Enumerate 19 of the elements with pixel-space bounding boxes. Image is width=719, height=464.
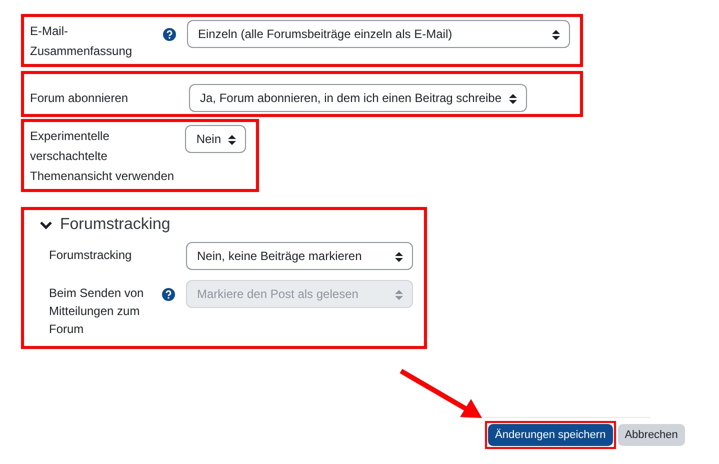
field-label: E-Mail-Zusammenfassung [30, 23, 134, 60]
select-field[interactable]: Ja, Forum abonnieren, in dem ich einen Beitrag schreibe [189, 84, 526, 112]
help-icon[interactable] [163, 28, 176, 41]
caret-icon [508, 94, 516, 104]
select-field[interactable]: Einzeln (alle Forumsbeiträge einzeln als E-Mail) [187, 20, 570, 48]
section-title[interactable]: Forumstracking [60, 216, 170, 234]
caret-icon [395, 252, 403, 262]
caret-icon [395, 290, 403, 300]
field-label: Forum abonnieren [30, 90, 130, 107]
chevron-icon[interactable] [40, 220, 52, 230]
field-label: Experimentelle verschachtelte Themenansicht verwenden [30, 128, 176, 185]
select-field[interactable]: Nein [185, 125, 246, 153]
field-label: Forumstracking [49, 247, 133, 264]
caret-icon [552, 30, 560, 40]
field-label: Beim Senden von Mitteilungen zum Forum [49, 285, 145, 338]
select-field[interactable]: Nein, keine Beiträge markieren [186, 242, 413, 270]
save-button[interactable]: Änderungen speichern [488, 424, 613, 446]
cancel-button[interactable]: Abbrechen [618, 424, 685, 446]
caret-icon [228, 135, 236, 145]
